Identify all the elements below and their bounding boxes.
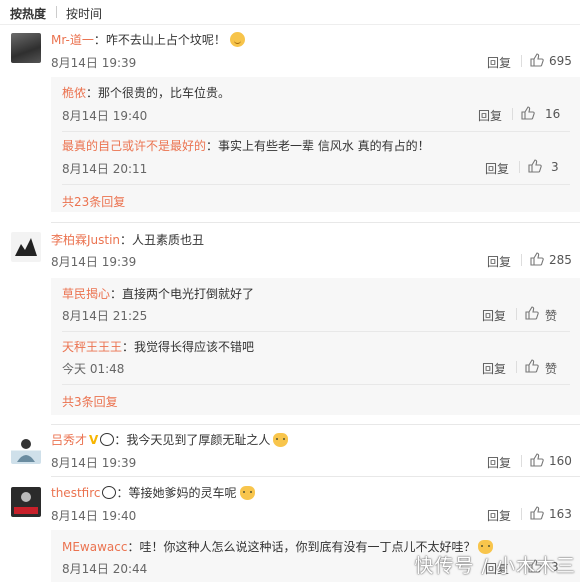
action-divider	[521, 254, 522, 266]
username-link[interactable]: 草民揭心	[62, 287, 110, 301]
comment-body: ：我今天见到了厚颜无耻之人	[114, 433, 271, 447]
like-count: 3	[551, 160, 559, 174]
comment-date: 8月14日 19:39	[51, 255, 137, 269]
reply-text: 桅侬：那个很贵的，比车位贵。	[62, 84, 230, 101]
action-divider	[516, 308, 517, 320]
comment-text: 吕秀才 V ：我今天见到了厚颜无耻之人	[51, 431, 289, 448]
sort-by-time[interactable]: 按时间	[66, 5, 102, 22]
comment-date: 8月14日 19:40	[51, 509, 137, 523]
avatar[interactable]	[11, 434, 41, 464]
comment-body: ：等接她爹妈的灵车呢	[116, 486, 237, 500]
comment-text: thestfirc ：等接她爹妈的灵车呢	[51, 484, 255, 501]
watermark: 快传号 / 小木木三	[414, 555, 576, 577]
verified-badge: V	[89, 433, 99, 447]
sort-by-hot[interactable]: 按热度	[10, 5, 46, 22]
reply-date: 8月14日 21:25	[62, 309, 148, 323]
like-count: 160	[549, 454, 572, 468]
reply-button[interactable]: 回复	[485, 160, 509, 177]
thumbs-up-icon[interactable]	[530, 453, 544, 467]
username-link[interactable]: thestfirc	[51, 486, 100, 500]
like-count: 16	[545, 107, 561, 121]
avatar[interactable]	[11, 487, 41, 517]
username-link[interactable]: 吕秀才	[51, 433, 87, 447]
like-label[interactable]: 赞	[545, 307, 557, 324]
avatar-figure-icon	[14, 492, 38, 514]
reply-text: 草民揭心：直接两个电光打倒就好了	[62, 285, 254, 302]
thumbs-up-icon[interactable]	[525, 359, 539, 373]
avatar[interactable]	[11, 33, 41, 63]
reply-date: 8月14日 19:40	[62, 109, 148, 123]
comment-body: ：咋不去山上占个坟呢！	[93, 33, 226, 47]
comment-divider	[51, 222, 580, 223]
comment-text: 李柏霖Justin：人丑素质也丑	[51, 231, 204, 248]
reply-date: 8月14日 20:44	[62, 562, 148, 576]
reply-body: ：我觉得长得应该不错吧	[122, 340, 255, 354]
avatar-figure-icon	[15, 238, 37, 256]
comment-body: ：人丑素质也丑	[120, 233, 205, 247]
username-link[interactable]: Mr-道一	[51, 33, 94, 47]
reply-button[interactable]: 回复	[487, 454, 511, 471]
comment-divider	[51, 424, 580, 425]
like-count: 695	[549, 54, 572, 68]
sort-divider	[56, 6, 57, 18]
reply-body: ：直接两个电光打倒就好了	[110, 287, 255, 301]
comment-date: 8月14日 19:39	[51, 456, 137, 470]
divider	[62, 384, 570, 385]
reply-body: ：那个很贵的，比车位贵。	[86, 86, 231, 100]
username-link[interactable]: MEwawacc	[62, 540, 127, 554]
reply-button[interactable]: 回复	[487, 54, 511, 71]
action-divider	[521, 508, 522, 520]
sort-bar: 按热度 按时间	[0, 0, 580, 25]
reply-text: 天秤王王王：我觉得长得应该不错吧	[62, 338, 254, 355]
reply-date: 8月14日 20:11	[62, 162, 148, 176]
like-count: 163	[549, 507, 572, 521]
username-link[interactable]: 李柏霖Justin	[51, 233, 120, 247]
action-divider	[516, 361, 517, 373]
reply-button[interactable]: 回复	[482, 307, 506, 324]
comment-text: Mr-道一：咋不去山上占个坟呢！	[51, 31, 245, 48]
reply-body: ：事实上有些老一辈 信风水 真的有占的！	[206, 139, 430, 153]
action-divider	[519, 161, 520, 173]
thumbs-up-icon[interactable]	[525, 306, 539, 320]
more-replies-link[interactable]: 共3条回复	[62, 393, 118, 410]
divider	[62, 331, 570, 332]
panda-icon	[102, 486, 117, 499]
username-link[interactable]: 桅侬	[62, 86, 86, 100]
avatar[interactable]	[11, 232, 41, 262]
like-label[interactable]: 赞	[545, 360, 557, 377]
smile-emoji-icon	[229, 32, 245, 47]
reply-button[interactable]: 回复	[487, 253, 511, 270]
action-divider	[521, 55, 522, 67]
more-replies-link[interactable]: 共23条回复	[62, 193, 125, 210]
reply-text: 最真的自己或许不是最好的：事实上有些老一辈 信风水 真的有占的！	[62, 137, 430, 154]
thumbs-up-icon[interactable]	[530, 252, 544, 266]
panda-icon	[100, 433, 115, 446]
comment-date: 8月14日 19:39	[51, 56, 137, 70]
username-link[interactable]: 天秤王王王	[62, 340, 122, 354]
username-link[interactable]: 最真的自己或许不是最好的	[62, 139, 206, 153]
thumbs-up-icon[interactable]	[528, 159, 542, 173]
reply-button[interactable]: 回复	[478, 107, 502, 124]
cat-emoji-icon	[273, 433, 289, 447]
cat-emoji-icon	[239, 486, 255, 500]
action-divider	[512, 108, 513, 120]
thumbs-up-icon[interactable]	[521, 106, 535, 120]
thumbs-up-icon[interactable]	[530, 506, 544, 520]
thumbs-up-icon[interactable]	[530, 53, 544, 67]
reply-button[interactable]: 回复	[482, 360, 506, 377]
action-divider	[521, 455, 522, 467]
avatar-figure-icon	[17, 439, 35, 462]
divider	[62, 131, 570, 132]
divider	[62, 184, 570, 185]
like-count: 285	[549, 253, 572, 267]
comment-divider	[51, 476, 580, 477]
reply-button[interactable]: 回复	[487, 507, 511, 524]
reply-date: 今天 01:48	[62, 362, 125, 376]
